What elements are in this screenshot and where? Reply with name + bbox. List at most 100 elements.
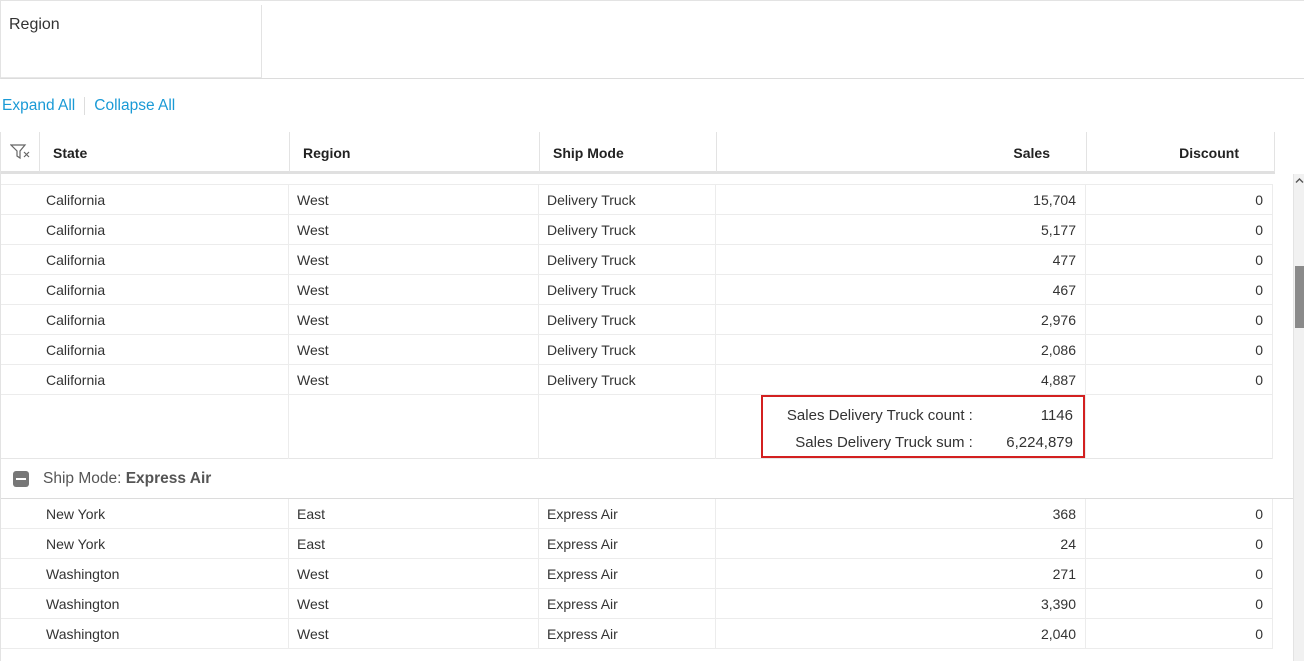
cell-ship-mode: Express Air xyxy=(539,499,716,529)
group-header-express-air[interactable]: Ship Mode: Express Air xyxy=(1,460,1295,499)
collapse-all-link[interactable]: Collapse All xyxy=(94,97,175,115)
expand-all-link[interactable]: Expand All xyxy=(2,97,75,115)
group-header-prefix: Ship Mode: xyxy=(43,470,126,487)
grouping-panel: Region xyxy=(0,0,1304,79)
group-summary-row: Sales Delivery Truck count : 1146 Sales … xyxy=(1,395,1273,459)
cell-discount: 0 xyxy=(1086,365,1273,395)
cell-region: West xyxy=(289,305,539,335)
table-row[interactable]: California West Delivery Truck 467 0 xyxy=(1,275,1273,305)
cell-state: California xyxy=(1,275,289,305)
cell-region: West xyxy=(289,589,539,619)
cell-discount: 0 xyxy=(1086,335,1273,365)
cell-discount: 0 xyxy=(1086,529,1273,559)
table-row[interactable]: Washington West Express Air 3,390 0 xyxy=(1,589,1273,619)
grid-body: California West Delivery Truck 15,704 0 Calif… xyxy=(1,177,1295,661)
cell-ship-mode: Delivery Truck xyxy=(539,305,716,335)
cell-discount: 0 xyxy=(1086,275,1273,305)
cell-discount: 0 xyxy=(1086,589,1273,619)
summary-sum-value: 6,224,879 xyxy=(1006,434,1073,451)
table-row[interactable]: Washington West Express Air 2,040 0 xyxy=(1,619,1273,649)
cell-ship-mode: Delivery Truck xyxy=(539,365,716,395)
cell-discount: 0 xyxy=(1086,559,1273,589)
cell-discount: 0 xyxy=(1086,305,1273,335)
cell-ship-mode: Express Air xyxy=(539,619,716,649)
cell-state: California xyxy=(1,305,289,335)
cell-sales: 2,086 xyxy=(716,335,1086,365)
table-row[interactable]: New York East Express Air 368 0 xyxy=(1,499,1273,529)
column-header-ship-mode[interactable]: Ship Mode xyxy=(540,132,717,172)
cell-discount: 0 xyxy=(1086,499,1273,529)
table-row[interactable]: California West Delivery Truck 477 0 xyxy=(1,245,1273,275)
table-row-partial xyxy=(1,177,1273,185)
filter-button[interactable] xyxy=(1,132,40,172)
cell-region: West xyxy=(289,335,539,365)
cell-region: West xyxy=(289,245,539,275)
cell-state: New York xyxy=(1,529,289,559)
filter-icon xyxy=(10,144,30,160)
table-row[interactable]: New York East Express Air 24 0 xyxy=(1,529,1273,559)
cell-sales: 2,976 xyxy=(716,305,1086,335)
group-chip-region[interactable]: Region xyxy=(1,5,262,78)
cell-ship-mode: Delivery Truck xyxy=(539,245,716,275)
collapse-icon[interactable] xyxy=(13,471,29,487)
table-row[interactable]: California West Delivery Truck 4,887 0 xyxy=(1,365,1273,395)
cell-discount: 0 xyxy=(1086,185,1273,215)
cell-sales: 368 xyxy=(716,499,1086,529)
cell-ship-mode: Express Air xyxy=(539,589,716,619)
cell-ship-mode: Express Air xyxy=(539,559,716,589)
cell-region: East xyxy=(289,529,539,559)
cell-discount: 0 xyxy=(1086,245,1273,275)
cell-state: New York xyxy=(1,499,289,529)
cell-state: California xyxy=(1,185,289,215)
summary-count-line: Sales Delivery Truck count : 1146 xyxy=(787,407,1073,424)
scroll-up-button[interactable] xyxy=(1294,174,1304,186)
link-divider xyxy=(84,97,86,115)
cell-ship-mode: Delivery Truck xyxy=(539,275,716,305)
cell-sales: 477 xyxy=(716,245,1086,275)
cell-sales: 24 xyxy=(716,529,1086,559)
cell-ship-mode: Delivery Truck xyxy=(539,215,716,245)
group-header-title: Ship Mode: Express Air xyxy=(43,470,211,488)
cell-region: East xyxy=(289,499,539,529)
chevron-up-icon xyxy=(1295,177,1304,183)
cell-sales: 3,390 xyxy=(716,589,1086,619)
summary-sum-label: Sales Delivery Truck sum : xyxy=(795,434,973,451)
table-row[interactable]: California West Delivery Truck 5,177 0 xyxy=(1,215,1273,245)
cell-region: West xyxy=(289,619,539,649)
scrollbar-thumb[interactable] xyxy=(1295,266,1304,328)
cell-sales: 4,887 xyxy=(716,365,1086,395)
column-header-region[interactable]: Region xyxy=(290,132,540,172)
vertical-scrollbar[interactable] xyxy=(1293,174,1304,661)
cell-state: California xyxy=(1,365,289,395)
cell-ship-mode: Express Air xyxy=(539,529,716,559)
table-row[interactable]: Washington West Express Air 271 0 xyxy=(1,559,1273,589)
cell-state: California xyxy=(1,335,289,365)
cell-state: Washington xyxy=(1,589,289,619)
cell-discount: 0 xyxy=(1086,619,1273,649)
cell-region: West xyxy=(289,275,539,305)
column-header-discount[interactable]: Discount xyxy=(1087,132,1275,172)
summary-sum-line: Sales Delivery Truck sum : 6,224,879 xyxy=(795,434,1073,451)
cell-region: West xyxy=(289,365,539,395)
column-header-sales[interactable]: Sales xyxy=(717,132,1087,172)
cell-sales: 15,704 xyxy=(716,185,1086,215)
cell-region: West xyxy=(289,185,539,215)
group-chip-label: Region xyxy=(9,16,60,33)
column-header-state[interactable]: State xyxy=(40,132,290,172)
grid-header: State Region Ship Mode Sales Discount xyxy=(1,132,1275,174)
cell-state: Washington xyxy=(1,559,289,589)
cell-sales: 467 xyxy=(716,275,1086,305)
cell-sales: 2,040 xyxy=(716,619,1086,649)
cell-sales: 5,177 xyxy=(716,215,1086,245)
table-row[interactable]: California West Delivery Truck 2,086 0 xyxy=(1,335,1273,365)
cell-region: West xyxy=(289,215,539,245)
expand-collapse-links: Expand All Collapse All xyxy=(2,96,175,116)
data-grid: State Region Ship Mode Sales Discount Ca… xyxy=(0,132,1304,661)
table-row[interactable]: California West Delivery Truck 2,976 0 xyxy=(1,305,1273,335)
cell-discount: 0 xyxy=(1086,215,1273,245)
table-row[interactable]: California West Delivery Truck 15,704 0 xyxy=(1,185,1273,215)
cell-region: West xyxy=(289,559,539,589)
cell-state: California xyxy=(1,215,289,245)
cell-state: California xyxy=(1,245,289,275)
summary-box: Sales Delivery Truck count : 1146 Sales … xyxy=(761,395,1085,458)
